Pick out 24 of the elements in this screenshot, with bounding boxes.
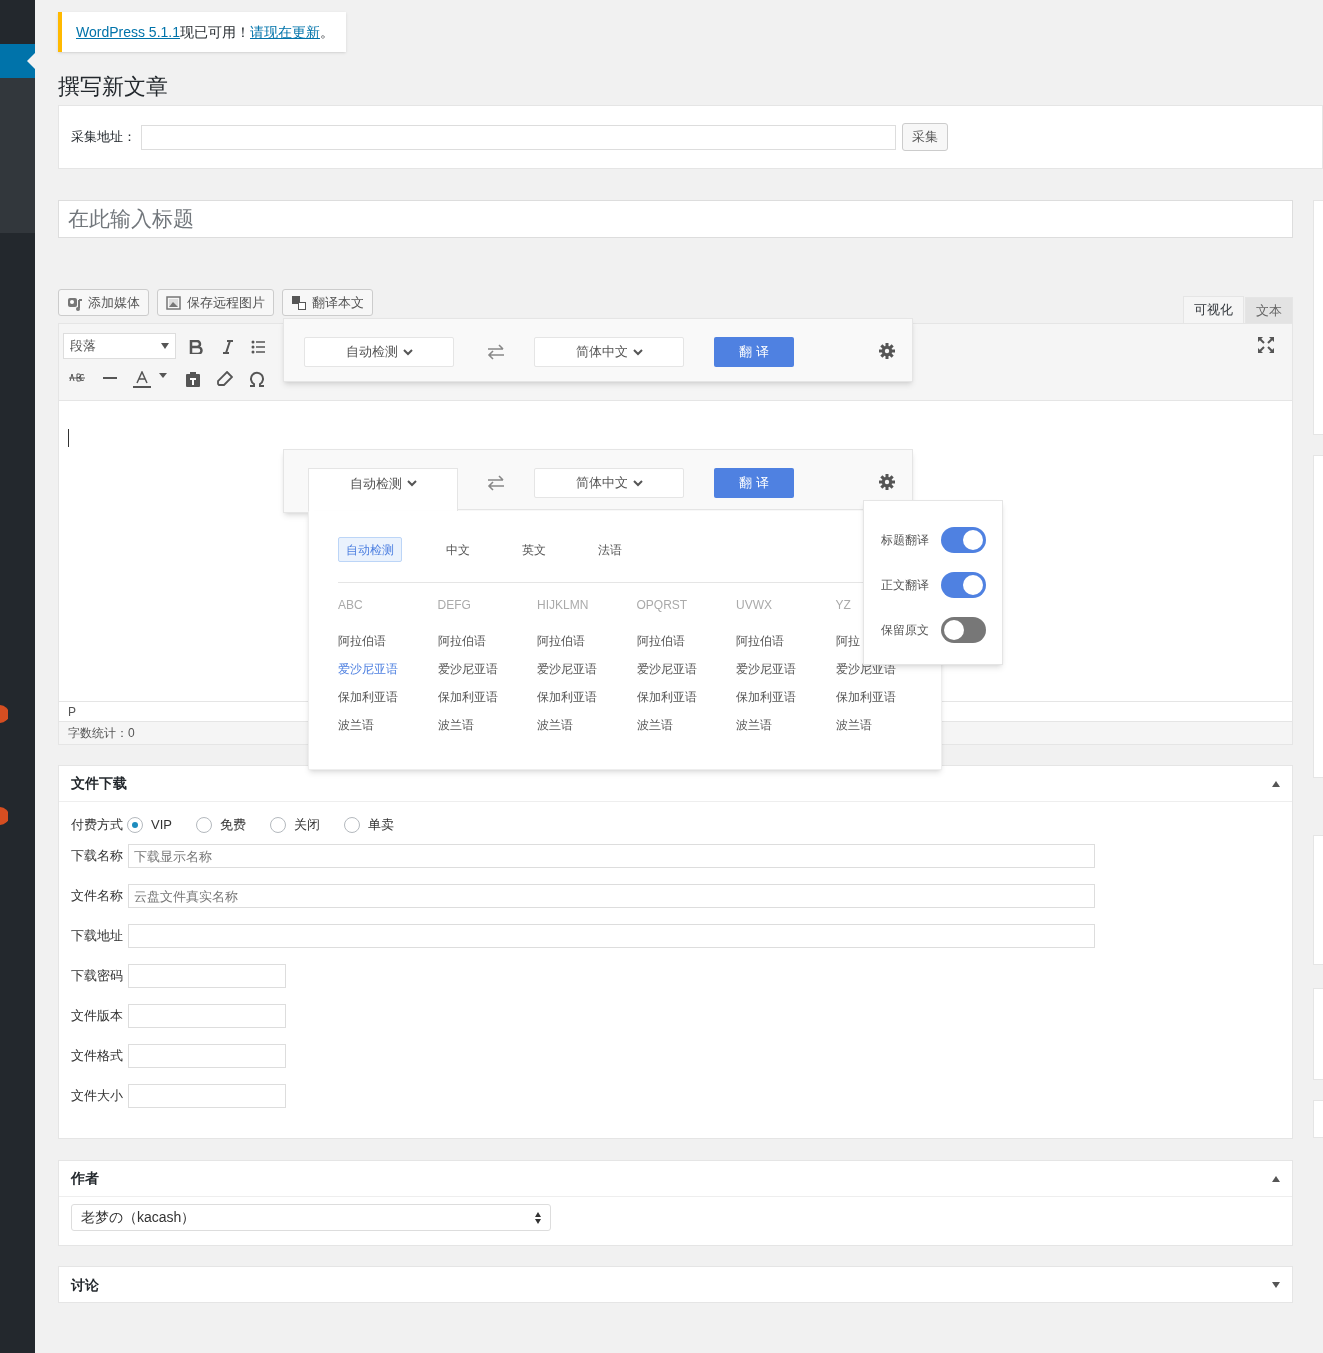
field-label: 文件格式 <box>71 1047 124 1066</box>
field-label: 文件大小 <box>71 1087 124 1106</box>
setting-label: 标题翻译 <box>881 532 929 549</box>
field-label: 文件版本 <box>71 1007 124 1026</box>
column-heading: HIJKLMN <box>537 597 590 613</box>
box-title: 文件下载 <box>71 774 127 793</box>
column-heading: OPQRST <box>636 597 689 613</box>
field-label: 下载地址 <box>71 927 124 946</box>
field-label: 文件名称 <box>71 887 124 906</box>
box-title: 讨论 <box>71 1275 99 1295</box>
setting-label: 正文翻译 <box>881 577 929 594</box>
column-heading: ABC <box>338 597 364 613</box>
box-title: 作者 <box>71 1169 99 1188</box>
column-heading: UVWX <box>736 597 773 613</box>
word-count: 字数统计：0 <box>68 725 135 742</box>
page-title: 撰写新文章 <box>58 73 169 101</box>
collect-label: 采集地址： <box>71 128 137 147</box>
field-label: 下载名称 <box>71 847 124 866</box>
field-label: 下载密码 <box>71 967 124 986</box>
setting-label: 保留原文 <box>881 622 929 639</box>
column-heading: DEFG <box>437 597 472 613</box>
notice-text: WordPress 5.1.1现已可用！请现在更新。 <box>76 22 334 42</box>
field-label: 付费方式 <box>71 816 123 835</box>
column-heading: YZ <box>835 597 852 613</box>
